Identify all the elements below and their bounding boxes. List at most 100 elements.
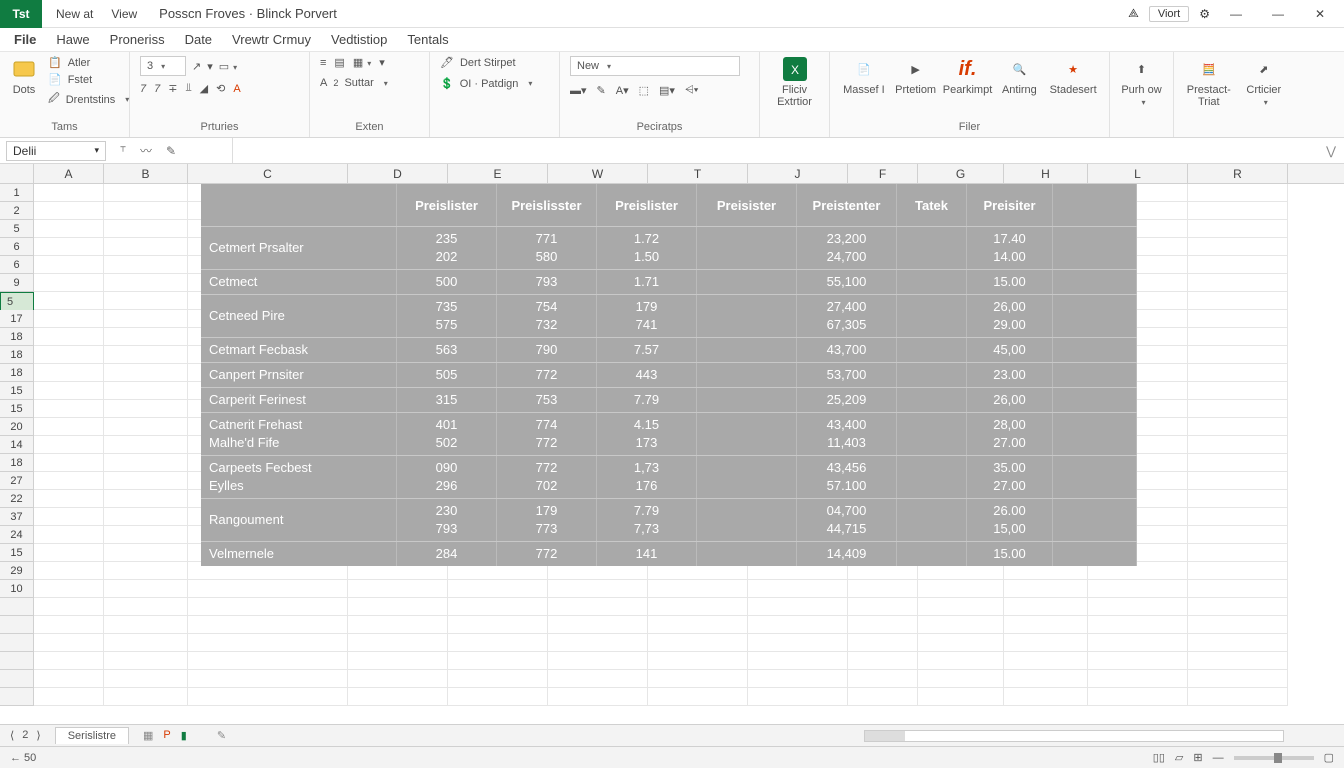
table-cell[interactable]: 35.0027.00 (967, 456, 1053, 498)
cell[interactable] (648, 580, 748, 598)
cell[interactable] (104, 238, 188, 256)
table-row-label[interactable]: Rangoument (201, 499, 397, 541)
cell[interactable] (34, 562, 104, 580)
table-cell[interactable] (697, 456, 797, 498)
horizontal-scrollbar[interactable] (864, 730, 1284, 742)
zoom-slider[interactable] (1234, 756, 1314, 760)
fx-icon[interactable]: ⸆ (120, 142, 126, 159)
table-cell[interactable] (897, 456, 967, 498)
cell[interactable] (34, 220, 104, 238)
merge-icon[interactable]: ⩤▾ (685, 84, 698, 97)
cell[interactable] (104, 544, 188, 562)
sheet-nav-prev[interactable]: ⟨ (10, 729, 14, 742)
table-cell[interactable]: 772702 (497, 456, 597, 498)
cell[interactable] (104, 490, 188, 508)
table-cell[interactable]: 27,40067,305 (797, 295, 897, 337)
column-header[interactable]: T (648, 164, 748, 183)
row-header[interactable]: 1 (0, 184, 34, 202)
filer-item[interactable]: 📄Massef I (840, 56, 888, 96)
cell[interactable] (34, 292, 104, 310)
cell[interactable] (1188, 256, 1288, 274)
italic-icon[interactable]: 7 (140, 83, 146, 95)
table-cell[interactable]: 23,20024,700 (797, 227, 897, 269)
table-cell[interactable]: 7.57 (597, 338, 697, 362)
column-header[interactable]: B (104, 164, 188, 183)
table-cell[interactable]: 793 (497, 270, 597, 294)
indent-icon[interactable]: ▤▾ (659, 84, 675, 97)
sheet-tab[interactable]: Serislistre (55, 727, 129, 744)
cell[interactable] (104, 382, 188, 400)
table-cell[interactable]: 7.797,73 (597, 499, 697, 541)
filer-item[interactable]: 🔍Antirng (996, 56, 1044, 96)
table-row-label[interactable]: Cetneed Pire (201, 295, 397, 337)
table-cell[interactable]: 772 (497, 542, 597, 566)
cell[interactable] (104, 418, 188, 436)
table-cell[interactable] (897, 363, 967, 387)
cell[interactable] (34, 400, 104, 418)
filer-item[interactable]: ▶Prtetiom (892, 56, 940, 96)
row-header[interactable]: 5 (0, 220, 34, 238)
table-cell[interactable] (1053, 388, 1137, 412)
fill-icon[interactable]: ◢ (200, 82, 208, 95)
table-cell[interactable]: 753 (497, 388, 597, 412)
menu-tab[interactable]: Vrewtr Crmuy (232, 32, 311, 47)
column-header[interactable]: D (348, 164, 448, 183)
cell[interactable] (1188, 526, 1288, 544)
table-cell[interactable]: 230793 (397, 499, 497, 541)
table-cell[interactable]: 26,0029.00 (967, 295, 1053, 337)
table-cell[interactable] (897, 413, 967, 455)
table-row-label[interactable]: Carperit Ferinest (201, 388, 397, 412)
cell[interactable] (104, 184, 188, 202)
name-box[interactable]: Delii▾ (6, 141, 106, 161)
sheet-add-icon[interactable]: ✎ (217, 729, 226, 742)
table-cell[interactable] (1053, 338, 1137, 362)
cell[interactable] (1188, 418, 1288, 436)
minimize-button[interactable]: — (1220, 2, 1252, 26)
table-cell[interactable] (697, 499, 797, 541)
table-cell[interactable] (697, 270, 797, 294)
cell[interactable] (1188, 274, 1288, 292)
table-cell[interactable] (897, 338, 967, 362)
expand-formula-icon[interactable]: ⋁ (1318, 144, 1344, 158)
table-cell[interactable]: 443 (597, 363, 697, 387)
border-icon[interactable]: ▭ (219, 60, 237, 73)
sheet-nav-next[interactable]: ⟩ (36, 729, 40, 742)
table-row-label[interactable]: Cetmart Fecbask (201, 338, 397, 362)
table-cell[interactable]: 235202 (397, 227, 497, 269)
view-normal-icon[interactable]: ▯▯ (1153, 751, 1165, 764)
cell[interactable] (188, 580, 348, 598)
cell[interactable] (1188, 382, 1288, 400)
cell[interactable] (1188, 400, 1288, 418)
exterior-button[interactable]: X Fliciv Extrtior (770, 56, 819, 108)
align-center-icon[interactable]: ▤ (334, 56, 344, 69)
row-header[interactable]: 15 (0, 544, 34, 562)
menu-tab[interactable]: Hawe (56, 32, 89, 47)
crticer-button[interactable]: ⬈Crticier (1244, 56, 1284, 107)
table-cell[interactable]: 17.4014.00 (967, 227, 1053, 269)
table-cell[interactable]: 53,700 (797, 363, 897, 387)
row-header[interactable]: 18 (0, 346, 34, 364)
table-cell[interactable]: 14,409 (797, 542, 897, 566)
cell[interactable] (1188, 310, 1288, 328)
table-cell[interactable]: 1.71 (597, 270, 697, 294)
table-cell[interactable]: 7.79 (597, 388, 697, 412)
table-cell[interactable]: 315 (397, 388, 497, 412)
cell[interactable] (348, 580, 448, 598)
table-cell[interactable]: 790 (497, 338, 597, 362)
row-header[interactable]: 5 (0, 292, 34, 312)
font-grow-icon[interactable]: ↗ (192, 60, 201, 73)
column-header[interactable]: R (1188, 164, 1288, 183)
cell[interactable] (104, 220, 188, 238)
table-row-label[interactable]: Velmernele (201, 542, 397, 566)
row-header[interactable]: 18 (0, 364, 34, 382)
cell[interactable] (918, 580, 1004, 598)
settings-gear-icon[interactable]: ⚙ (1199, 7, 1210, 21)
table-cell[interactable] (897, 270, 967, 294)
cell[interactable] (104, 274, 188, 292)
cell[interactable] (104, 364, 188, 382)
cell[interactable] (1188, 292, 1288, 310)
sheet-icon[interactable]: P (163, 729, 170, 742)
table-cell[interactable]: 15.00 (967, 270, 1053, 294)
row-header[interactable]: 9 (0, 274, 34, 292)
cell[interactable] (104, 328, 188, 346)
